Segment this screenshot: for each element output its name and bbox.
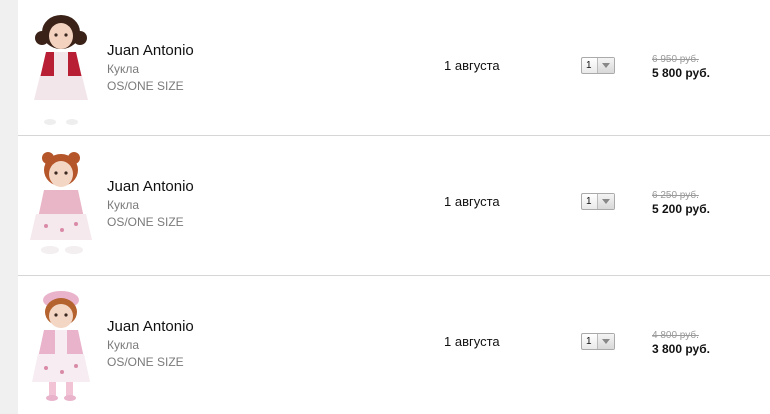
old-price: 6 250 руб. — [652, 190, 699, 201]
delivery-date: 1 августа — [444, 58, 500, 73]
product-brand[interactable]: Juan Antonio — [107, 42, 194, 59]
old-price: 4 800 руб. — [652, 330, 699, 341]
current-price: 5 200 руб. — [652, 202, 710, 216]
quantity-select[interactable]: 1 — [581, 193, 615, 210]
cart-item-list: Juan Antonio Кукла OS/ONE SIZE 1 августа… — [18, 0, 770, 414]
chevron-down-icon[interactable] — [597, 334, 614, 349]
chevron-down-icon[interactable] — [597, 58, 614, 73]
quantity-select[interactable]: 1 — [581, 57, 615, 74]
product-image-doll[interactable] — [22, 144, 100, 266]
product-type: Кукла — [107, 338, 140, 352]
delivery-date: 1 августа — [444, 194, 500, 209]
product-size: OS/ONE SIZE — [107, 355, 184, 369]
quantity-value: 1 — [586, 60, 592, 71]
product-brand[interactable]: Juan Antonio — [107, 178, 194, 195]
product-size: OS/ONE SIZE — [107, 215, 184, 229]
product-size: OS/ONE SIZE — [107, 79, 184, 93]
cart-item-row: Juan Antonio Кукла OS/ONE SIZE 1 августа… — [18, 136, 770, 276]
current-price: 3 800 руб. — [652, 342, 710, 356]
cart-item-row: Juan Antonio Кукла OS/ONE SIZE 1 августа… — [18, 0, 770, 136]
cart-item-row: Juan Antonio Кукла OS/ONE SIZE 1 августа… — [18, 276, 770, 414]
chevron-down-icon[interactable] — [597, 194, 614, 209]
current-price: 5 800 руб. — [652, 66, 710, 80]
old-price: 6 950 руб. — [652, 54, 699, 65]
delivery-date: 1 августа — [444, 334, 500, 349]
product-image-doll[interactable] — [22, 284, 100, 406]
product-brand[interactable]: Juan Antonio — [107, 318, 194, 335]
quantity-select[interactable]: 1 — [581, 333, 615, 350]
quantity-value: 1 — [586, 336, 592, 347]
quantity-value: 1 — [586, 196, 592, 207]
product-type: Кукла — [107, 62, 140, 76]
product-type: Кукла — [107, 198, 140, 212]
product-image-doll[interactable] — [22, 8, 100, 130]
